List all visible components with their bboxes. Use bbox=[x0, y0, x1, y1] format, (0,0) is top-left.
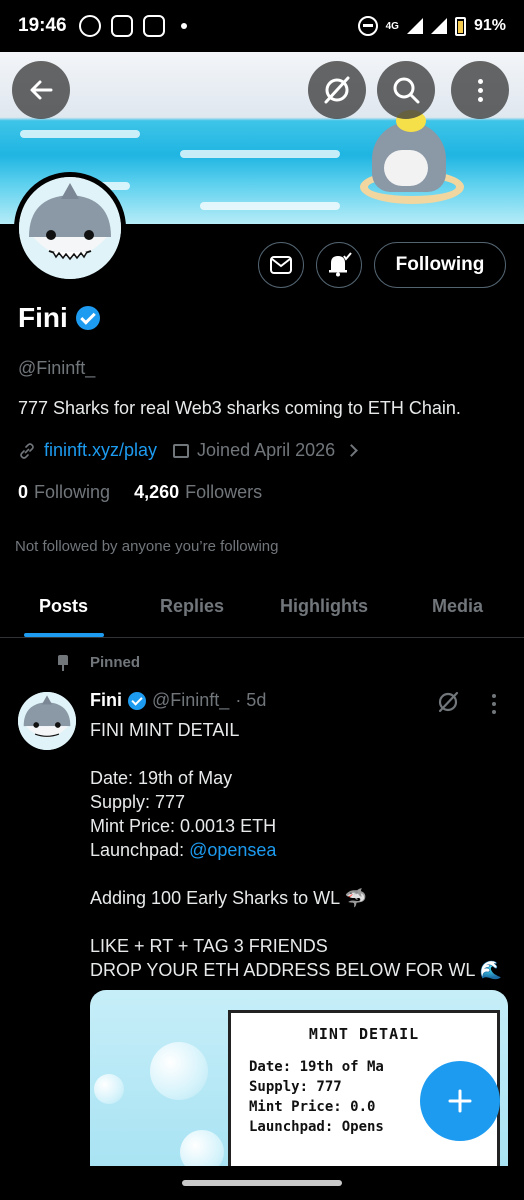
home-gesture-bar[interactable] bbox=[182, 1180, 342, 1186]
more-vertical-icon bbox=[477, 78, 483, 102]
mint-card-line: Supply: 777 bbox=[249, 1079, 342, 1095]
notification-icons bbox=[78, 15, 187, 37]
launchpad-label: Launchpad: bbox=[90, 840, 190, 860]
post-more-icon[interactable] bbox=[492, 694, 496, 714]
no-signal-icon bbox=[324, 76, 350, 104]
post-line: FINI MINT DETAIL bbox=[90, 720, 240, 740]
status-bar: 19:46 4G 91% bbox=[0, 0, 524, 52]
post-line: Adding 100 Early Sharks to WL 🦈 bbox=[90, 888, 367, 908]
system-nav-bar bbox=[0, 1166, 524, 1200]
profile-avatar[interactable] bbox=[14, 172, 126, 284]
post-author-handle[interactable]: @Fininft_ bbox=[152, 690, 229, 711]
joined-date: Joined April 2026 bbox=[197, 440, 336, 460]
mention-link[interactable]: @opensea bbox=[189, 840, 276, 860]
link-icon bbox=[20, 442, 34, 459]
post-line-launchpad: Launchpad: @opensea bbox=[90, 838, 510, 862]
verified-badge-icon[interactable] bbox=[75, 306, 100, 330]
instagram-icon bbox=[110, 15, 133, 37]
followers-count[interactable]: 4,260 bbox=[134, 482, 179, 503]
mint-card-title: MINT DETAIL bbox=[308, 1025, 420, 1043]
search-button[interactable] bbox=[377, 61, 435, 119]
tab-media[interactable]: Media bbox=[432, 596, 483, 617]
chevron-right-icon[interactable] bbox=[345, 444, 359, 457]
post-author-name[interactable]: Fini bbox=[90, 690, 122, 711]
plus-icon bbox=[448, 1089, 472, 1113]
follow-counts: 0 Following 4,260 Followers bbox=[18, 482, 262, 503]
post-line: Mint Price: 0.0013 ETH bbox=[90, 816, 277, 836]
bell-check-icon bbox=[329, 252, 352, 277]
mail-icon bbox=[270, 256, 292, 274]
wave-decoration bbox=[200, 202, 340, 210]
profile-meta: fininft.xyz/play Joined April 2026 bbox=[18, 440, 359, 461]
pinned-label: Pinned bbox=[90, 654, 141, 671]
back-button[interactable] bbox=[12, 61, 70, 119]
post-line: Date: 19th of May bbox=[90, 768, 233, 788]
profile-name-row: Fini bbox=[18, 302, 100, 334]
tab-highlights[interactable]: Highlights bbox=[280, 596, 368, 617]
tab-posts[interactable]: Posts bbox=[39, 596, 88, 617]
following-count[interactable]: 0 bbox=[18, 482, 28, 503]
shark-avatar-image bbox=[18, 692, 76, 750]
post-line: LIKE + RT + TAG 3 FRIENDS bbox=[90, 936, 328, 956]
post-time: · 5d bbox=[235, 690, 267, 710]
signal-icon bbox=[406, 18, 423, 34]
notifications-button[interactable] bbox=[316, 242, 362, 288]
battery-icon bbox=[454, 16, 466, 36]
do-not-disturb-icon bbox=[357, 16, 378, 36]
verified-badge-icon[interactable] bbox=[128, 691, 146, 710]
whatsapp-icon bbox=[78, 15, 101, 37]
bubble-decoration bbox=[180, 1130, 224, 1166]
tab-replies[interactable]: Replies bbox=[160, 596, 224, 617]
shark-avatar-image bbox=[19, 177, 121, 279]
grok-button[interactable] bbox=[308, 61, 366, 119]
compose-button[interactable] bbox=[420, 1061, 500, 1141]
post-line: Supply: 777 bbox=[90, 792, 186, 812]
battery-level: 91% bbox=[473, 17, 506, 34]
status-time: 19:46 bbox=[18, 15, 67, 36]
mint-card-line: Launchpad: Opens bbox=[249, 1119, 384, 1135]
wave-decoration bbox=[20, 130, 140, 138]
calendar-icon bbox=[173, 443, 190, 458]
post-text: FINI MINT DETAIL Date: 19th of May Suppl… bbox=[90, 718, 510, 982]
following-button[interactable]: Following bbox=[374, 242, 506, 288]
profile-bio: 777 Sharks for real Web3 sharks coming t… bbox=[18, 398, 461, 418]
shark-belly bbox=[384, 150, 428, 186]
grok-analyze-icon[interactable] bbox=[436, 690, 460, 714]
profile-handle: @Fininft_ bbox=[18, 358, 96, 378]
system-status: 4G 91% bbox=[357, 16, 506, 36]
followers-label[interactable]: Followers bbox=[185, 482, 262, 503]
message-button[interactable] bbox=[258, 242, 304, 288]
more-notifications-dot-icon bbox=[180, 23, 187, 29]
network-type: 4G bbox=[385, 20, 399, 32]
discord-icon bbox=[142, 15, 165, 37]
post-line: DROP YOUR ETH ADDRESS BELOW FOR WL 🌊 bbox=[90, 960, 503, 980]
post-header: Fini @Fininft_ · 5d bbox=[90, 690, 266, 711]
active-tab-indicator bbox=[24, 633, 104, 637]
wave-decoration bbox=[180, 150, 340, 158]
more-button[interactable] bbox=[451, 61, 509, 119]
pin-icon bbox=[56, 654, 70, 671]
profile-name: Fini bbox=[18, 302, 68, 333]
pinned-indicator: Pinned bbox=[56, 654, 140, 671]
following-label[interactable]: Following bbox=[34, 482, 110, 503]
arrow-left-icon bbox=[30, 80, 53, 100]
signal-2-icon bbox=[430, 18, 447, 34]
bubble-decoration bbox=[150, 1042, 208, 1100]
search-icon bbox=[393, 77, 420, 104]
mint-card-line: Mint Price: 0.0 bbox=[249, 1099, 376, 1115]
mint-card-line: Date: 19th of Ma bbox=[249, 1059, 384, 1075]
post-author-avatar[interactable] bbox=[18, 692, 76, 750]
bubble-decoration bbox=[94, 1074, 124, 1104]
profile-tabs: Posts Replies Highlights Media bbox=[0, 578, 524, 638]
mutual-followers-text: Not followed by anyone you’re following bbox=[15, 538, 279, 555]
website-link[interactable]: fininft.xyz/play bbox=[44, 440, 157, 461]
